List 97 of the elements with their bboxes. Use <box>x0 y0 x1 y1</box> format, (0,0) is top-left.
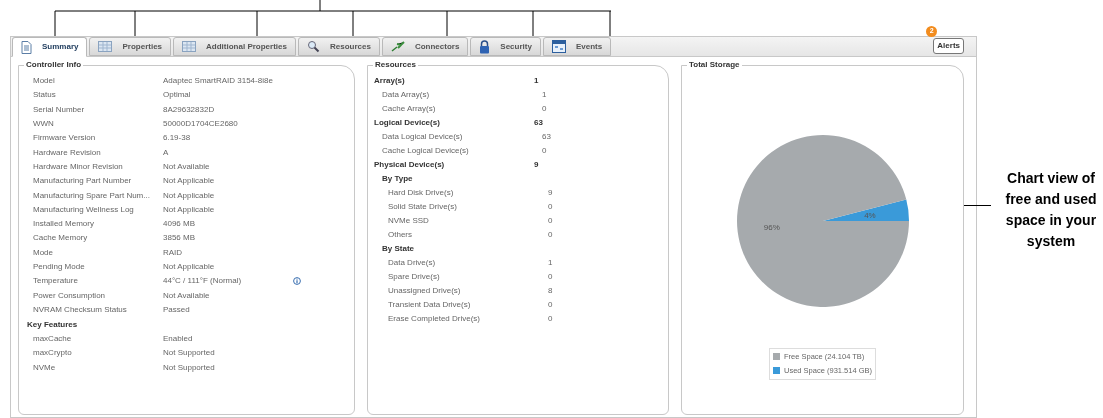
property-label: Manufacturing Part Number <box>33 175 133 188</box>
resource-label: Others <box>388 229 413 241</box>
resource-count: 0 <box>548 299 553 311</box>
resource-label: Hard Disk Drive(s) <box>388 187 455 199</box>
property-value: Not Available <box>163 289 211 302</box>
resource-count: 0 <box>548 229 553 241</box>
property-label: Pending Mode <box>33 261 86 273</box>
property-value: Not Available <box>163 160 211 173</box>
columns-icon <box>98 41 113 52</box>
property-label: Model <box>33 75 56 88</box>
resource-group-label: Array(s) <box>374 75 406 87</box>
property-value: Not Applicable <box>163 175 216 188</box>
property-value: 44°C / 111°F (Normal) <box>163 275 243 288</box>
info-icon <box>293 277 301 286</box>
resource-label: Erase Completed Drive(s) <box>388 313 482 325</box>
resource-count: 1 <box>548 257 553 269</box>
property-value: 3856 MB <box>163 232 197 245</box>
resource-count: 63 <box>534 117 543 129</box>
property-label: maxCache <box>33 333 73 346</box>
legend-swatch <box>773 353 780 361</box>
property-label: Manufacturing Spare Part Num... <box>33 189 151 202</box>
resource-count: 0 <box>548 201 553 213</box>
property-label: Firmware Version <box>33 132 97 145</box>
resource-group-label: By Type <box>382 173 414 185</box>
resource-label: Spare Drive(s) <box>388 271 441 283</box>
resource-count: 9 <box>548 187 553 199</box>
slice-label: 96% <box>763 223 780 233</box>
resource-count: 0 <box>542 145 547 157</box>
panel-title: Total Storage <box>687 59 742 71</box>
resource-count: 0 <box>548 313 553 325</box>
resource-count: 0 <box>548 271 553 283</box>
resource-label: Cache Array(s) <box>382 103 437 115</box>
resource-group-label: Logical Device(s) <box>374 117 441 129</box>
property-label: Cache Memory <box>33 232 89 245</box>
property-value: Not Applicable <box>163 203 216 216</box>
resource-group-label: By State <box>382 243 415 255</box>
section-heading: Key Features <box>27 318 78 331</box>
tab[interactable]: Properties <box>89 37 172 56</box>
property-label: Hardware Minor Revision <box>33 160 124 173</box>
resource-label: Solid State Drive(s) <box>388 201 458 213</box>
property-label: Status <box>33 89 57 102</box>
resource-label: Data Logical Device(s) <box>382 131 464 143</box>
property-label: Power Consumption <box>33 289 107 302</box>
property-value: Enabled <box>163 333 194 346</box>
resource-count: 1 <box>542 89 547 101</box>
property-label: Hardware Revision <box>33 146 102 159</box>
resource-label: Cache Logical Device(s) <box>382 145 470 157</box>
search-icon <box>306 40 320 53</box>
property-value: A <box>163 146 170 159</box>
resource-label: NVMe SSD <box>388 215 430 227</box>
property-value: Passed <box>163 303 191 316</box>
property-label: NVMe <box>33 361 57 374</box>
resource-count: 9 <box>534 159 539 171</box>
resource-count: 1 <box>534 75 539 87</box>
property-value: Not Supported <box>163 361 216 374</box>
resource-label: Unassigned Drive(s) <box>388 285 462 297</box>
property-value: 4096 MB <box>163 218 197 231</box>
property-value: RAID <box>163 246 184 259</box>
property-value: 8A29632832D <box>163 103 216 116</box>
property-label: maxCrypto <box>33 347 73 360</box>
slice-label: 4% <box>863 211 876 221</box>
connector-icon <box>390 41 405 52</box>
property-label: Temperature <box>33 275 79 288</box>
resource-count: 8 <box>548 285 553 297</box>
property-value: Not Supported <box>163 347 216 360</box>
tab[interactable]: Resources <box>297 37 380 56</box>
calendar-icon <box>551 40 566 53</box>
resource-count: 0 <box>548 215 553 227</box>
resource-label: Data Array(s) <box>382 89 431 101</box>
property-label: Serial Number <box>33 103 86 116</box>
property-label: WWN <box>33 118 55 131</box>
property-value: 6.19-38 <box>163 132 192 145</box>
property-label: Installed Memory <box>33 218 95 231</box>
property-label: Mode <box>33 246 54 259</box>
alerts-button[interactable]: Alerts <box>933 38 964 54</box>
resource-count: 0 <box>542 103 547 115</box>
property-label: Manufacturing Wellness Log <box>33 203 135 216</box>
property-value: Not Applicable <box>163 261 216 273</box>
columns-icon <box>182 41 197 52</box>
property-value: Optimal <box>163 89 192 102</box>
property-value: Adaptec SmartRAID 3154-8i8e <box>163 75 274 88</box>
tab[interactable]: Connectors <box>381 37 469 56</box>
property-value: Not Applicable <box>163 189 216 202</box>
property-label: NVRAM Checksum Status <box>33 303 128 316</box>
tab[interactable]: Summary <box>12 37 88 57</box>
resource-label: Data Drive(s) <box>388 257 437 269</box>
lock-icon <box>479 39 491 54</box>
annotation-text: Chart view of free and used space in your system <box>1004 169 1098 251</box>
resource-group-label: Physical Device(s) <box>374 159 446 171</box>
resource-count: 63 <box>542 131 551 143</box>
tab[interactable]: Additional Properties <box>173 37 296 56</box>
legend-swatch <box>773 367 780 375</box>
tab[interactable]: Events <box>542 37 612 56</box>
document-icon <box>21 40 32 54</box>
property-value: 50000D1704CE2680 <box>163 118 239 131</box>
tab[interactable]: Security <box>470 37 541 56</box>
resource-label: Transient Data Drive(s) <box>388 299 472 311</box>
